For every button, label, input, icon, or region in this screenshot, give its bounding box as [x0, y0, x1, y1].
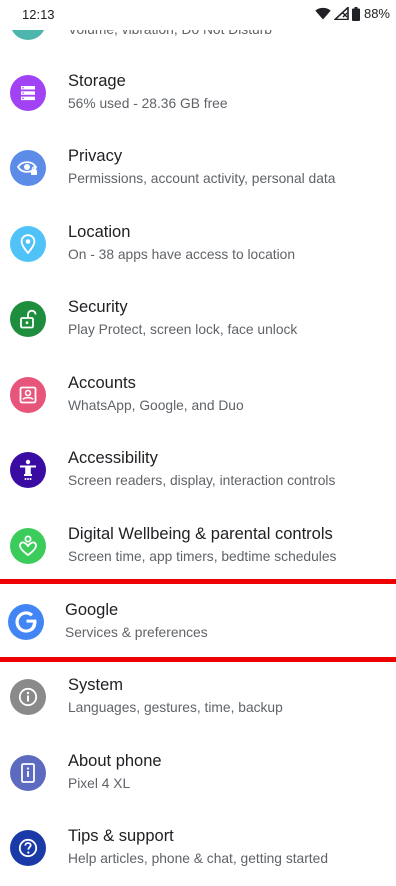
phone-icon	[10, 755, 46, 791]
google-g-icon	[8, 604, 44, 640]
settings-item-privacy[interactable]: Privacy Permissions, account activity, p…	[0, 131, 396, 206]
status-icons: 88%	[315, 6, 390, 21]
highlight-line-top	[0, 579, 396, 584]
settings-item-storage[interactable]: Storage 56% used - 28.36 GB free	[0, 56, 396, 131]
settings-item-accessibility[interactable]: Accessibility Screen readers, display, i…	[0, 433, 396, 508]
settings-item-title: Privacy	[68, 147, 123, 165]
help-icon	[10, 830, 46, 866]
settings-item-subtitle: Services & preferences	[65, 625, 208, 640]
wifi-icon	[315, 7, 331, 20]
location-pin-icon	[10, 226, 46, 262]
settings-item-subtitle: Screen readers, display, interaction con…	[68, 473, 336, 488]
settings-item-system[interactable]: System Languages, gestures, time, backup	[0, 660, 396, 735]
settings-item-subtitle: Permissions, account activity, personal …	[68, 171, 336, 186]
account-box-icon	[10, 377, 46, 413]
settings-item-subtitle: 56% used - 28.36 GB free	[68, 96, 228, 111]
settings-item-digital-wellbeing[interactable]: Digital Wellbeing & parental controls Sc…	[0, 509, 396, 584]
settings-item-accounts[interactable]: Accounts WhatsApp, Google, and Duo	[0, 358, 396, 433]
settings-item-subtitle: Screen time, app timers, bedtime schedul…	[68, 549, 337, 564]
wellbeing-heart-icon	[10, 528, 46, 564]
settings-item-subtitle: On - 38 apps have access to location	[68, 247, 296, 262]
settings-item-subtitle: WhatsApp, Google, and Duo	[68, 398, 244, 413]
accessibility-person-icon	[10, 452, 46, 488]
settings-item-title: Accounts	[68, 374, 136, 392]
settings-item-title: About phone	[68, 752, 162, 770]
settings-item-subtitle: Help articles, phone & chat, getting sta…	[68, 851, 328, 866]
info-icon	[10, 679, 46, 715]
settings-item-subtitle: Pixel 4 XL	[68, 776, 131, 791]
settings-item-subtitle: Languages, gestures, time, backup	[68, 700, 283, 715]
settings-item-title: Location	[68, 223, 131, 241]
battery-icon	[351, 6, 360, 21]
settings-item-security[interactable]: Security Play Protect, screen lock, face…	[0, 282, 396, 357]
settings-item-subtitle: Play Protect, screen lock, face unlock	[68, 322, 298, 337]
signal-no-data-icon	[333, 7, 349, 20]
settings-item-title: Google	[65, 601, 119, 619]
settings-item-about-phone[interactable]: About phone Pixel 4 XL	[0, 736, 396, 811]
settings-item-tips-support[interactable]: Tips & support Help articles, phone & ch…	[0, 811, 396, 886]
status-time: 12:13	[22, 7, 55, 22]
padlock-icon	[10, 301, 46, 337]
settings-item-location[interactable]: Location On - 38 apps have access to loc…	[0, 207, 396, 282]
storage-icon	[10, 75, 46, 111]
settings-item-title: Security	[68, 298, 128, 316]
highlight-line-bottom	[0, 657, 396, 662]
battery-percent: 88%	[363, 6, 390, 21]
settings-item-title: Digital Wellbeing & parental controls	[68, 525, 333, 543]
status-bar: 12:13 88%	[0, 0, 396, 30]
privacy-eye-icon	[10, 150, 46, 186]
settings-item-title: Storage	[68, 72, 126, 90]
settings-item-title: Accessibility	[68, 449, 158, 467]
settings-item-title: System	[68, 676, 124, 694]
settings-item-google[interactable]: Google Services & preferences	[0, 585, 396, 660]
settings-item-title: Tips & support	[68, 827, 174, 845]
